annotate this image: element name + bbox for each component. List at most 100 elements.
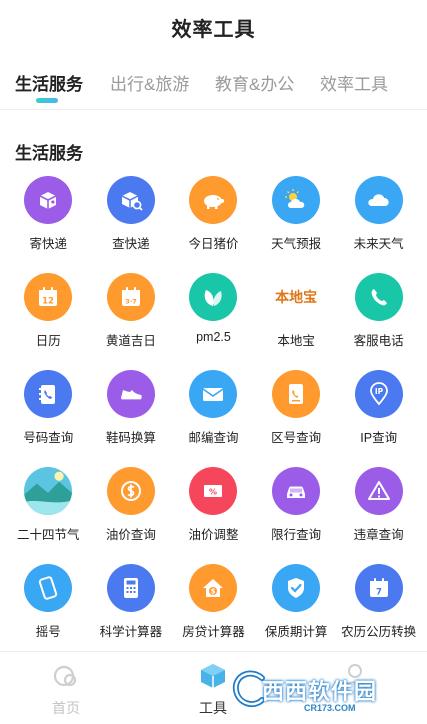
leaf-icon (189, 273, 238, 321)
tool-item[interactable]: 区号查询 (255, 370, 338, 467)
tab-life-services[interactable]: 生活服务 (15, 70, 83, 95)
tool-label: 客服电话 (353, 334, 404, 348)
tool-label: 天气预报 (271, 237, 322, 251)
phone-shake-icon (24, 564, 73, 612)
package-send-icon (24, 176, 73, 224)
tool-label: 二十四节气 (17, 528, 80, 542)
tool-label: 违章查询 (353, 528, 404, 542)
svg-text:IP: IP (375, 387, 384, 396)
section-title: 生活服务 (15, 144, 83, 163)
dollar-icon (106, 467, 155, 515)
tool-item[interactable]: pm2.5 (172, 273, 255, 370)
tool-item[interactable]: 客服电话 (337, 273, 420, 370)
tool-item[interactable]: 3·7 黄道吉日 (90, 273, 173, 370)
tool-item[interactable]: 二十四节气 (7, 467, 90, 564)
weather-sun-cloud-icon (272, 176, 321, 224)
svg-text:12: 12 (42, 297, 54, 307)
tools-grid: 寄快递 查快递 今日猪价 天气预报 未来天气 12 日历 3·7 黄道吉日 pm2.5 本地宝 本地宝… (7, 176, 420, 661)
tool-label: 查快递 (112, 237, 150, 251)
tool-item[interactable]: 摇号 (7, 564, 90, 661)
tab-efficiency-tools[interactable]: 效率工具 (320, 70, 388, 95)
tool-item[interactable]: 今日猪价 (172, 176, 255, 273)
home-icon (53, 665, 77, 687)
tool-item[interactable]: 鞋码换算 (90, 370, 173, 467)
tool-label: 油价查询 (105, 528, 156, 542)
tool-label: 区号查询 (271, 431, 322, 445)
tool-item[interactable]: 查快递 (90, 176, 173, 273)
cloud-icon (354, 176, 403, 224)
tool-item[interactable]: 12 日历 (7, 273, 90, 370)
tool-item[interactable]: 油价查询 (90, 467, 173, 564)
tool-label: 摇号 (35, 625, 61, 639)
tool-item[interactable]: IP IP查询 (337, 370, 420, 467)
tool-item[interactable]: 未来天气 (337, 176, 420, 273)
page-title: 效率工具 (171, 18, 256, 41)
landscape-icon (24, 467, 73, 515)
tool-item[interactable]: 寄快递 (7, 176, 90, 273)
tool-label: 科学计算器 (99, 625, 163, 639)
tab-travel[interactable]: 出行&旅游 (110, 70, 189, 95)
watermark-subtext: CR173.COM (304, 703, 356, 713)
tool-item[interactable]: % 油价调整 (172, 467, 255, 564)
active-tab-indicator (36, 98, 58, 103)
car-icon (272, 467, 321, 515)
svg-text:%: % (209, 488, 217, 497)
tool-item[interactable]: 号码查询 (7, 370, 90, 467)
tab-home-label: 首页 (52, 700, 80, 716)
package-search-icon (106, 176, 155, 224)
tool-label: 邮编查询 (188, 431, 239, 445)
tab-education-office[interactable]: 教育&办公 (215, 70, 294, 95)
phone-card-icon (272, 370, 321, 418)
tools-row: 二十四节气 油价查询% 油价调整 限行查询 违章查询 (7, 467, 420, 564)
tab-tools[interactable]: 工具 (199, 662, 227, 718)
warning-icon (354, 467, 403, 515)
tool-item[interactable]: 7 农历公历转换 (337, 564, 420, 661)
percent-ticket-icon: % (189, 467, 238, 515)
tool-label: 寄快递 (29, 237, 68, 251)
tool-item[interactable]: 邮编查询 (172, 370, 255, 467)
tool-label: 本地宝 (277, 334, 315, 348)
tool-label: 农历公历转换 (341, 625, 417, 639)
tool-label: IP查询 (360, 431, 398, 445)
phone-book-icon (24, 370, 73, 418)
tools-row: 摇号 科学计算器 $ 房贷计算器 保质期计算 7 农历公历转换 (7, 564, 420, 661)
tool-item[interactable]: 本地宝 本地宝 (255, 273, 338, 370)
tool-item[interactable]: 科学计算器 (90, 564, 173, 661)
tool-label: pm2.5 (196, 330, 231, 344)
tool-label: 号码查询 (23, 431, 74, 445)
tool-label: 保质期计算 (264, 625, 328, 639)
tool-item[interactable]: $ 房贷计算器 (172, 564, 255, 661)
svg-text:7: 7 (376, 588, 382, 598)
tool-label: 房贷计算器 (182, 625, 245, 639)
svg-text:3·7: 3·7 (125, 298, 137, 306)
house-dollar-icon: $ (189, 564, 238, 612)
tool-label: 未来天气 (353, 237, 404, 251)
tool-label: 日历 (35, 334, 61, 348)
tool-item[interactable]: 天气预报 (255, 176, 338, 273)
watermark-logo-icon (232, 670, 265, 708)
tools-row: 号码查询 鞋码换算 邮编查询 区号查询 IP IP查询 (7, 370, 420, 467)
calendar-icon: 12 (24, 273, 73, 321)
tool-item[interactable]: 限行查询 (255, 467, 338, 564)
phone-icon (354, 273, 403, 321)
tab-home[interactable]: 首页 (52, 662, 80, 718)
watermark: 西西软件园 CR173.COM (232, 668, 424, 718)
tool-label: 限行查询 (271, 528, 322, 542)
ip-location-icon: IP (354, 370, 403, 418)
shoe-icon (106, 370, 155, 418)
pig-icon (189, 176, 238, 224)
tool-label: 鞋码换算 (105, 431, 156, 445)
shield-check-icon (272, 564, 321, 612)
tool-item[interactable]: 违章查询 (337, 467, 420, 564)
calculator-icon (106, 564, 155, 612)
tool-label: 黄道吉日 (105, 334, 156, 348)
bendibao-logo-icon: 本地宝 (272, 273, 320, 321)
tools-row: 寄快递 查快递 今日猪价 天气预报 未来天气 (7, 176, 420, 273)
tool-item[interactable]: 保质期计算 (255, 564, 338, 661)
tools-box-icon (201, 664, 225, 688)
tool-label: 油价调整 (188, 528, 239, 542)
calendar-icon: 3·7 (106, 273, 155, 321)
watermark-text: 西西软件园 (262, 679, 378, 704)
envelope-icon (189, 370, 238, 418)
tab-tools-label: 工具 (199, 700, 227, 716)
